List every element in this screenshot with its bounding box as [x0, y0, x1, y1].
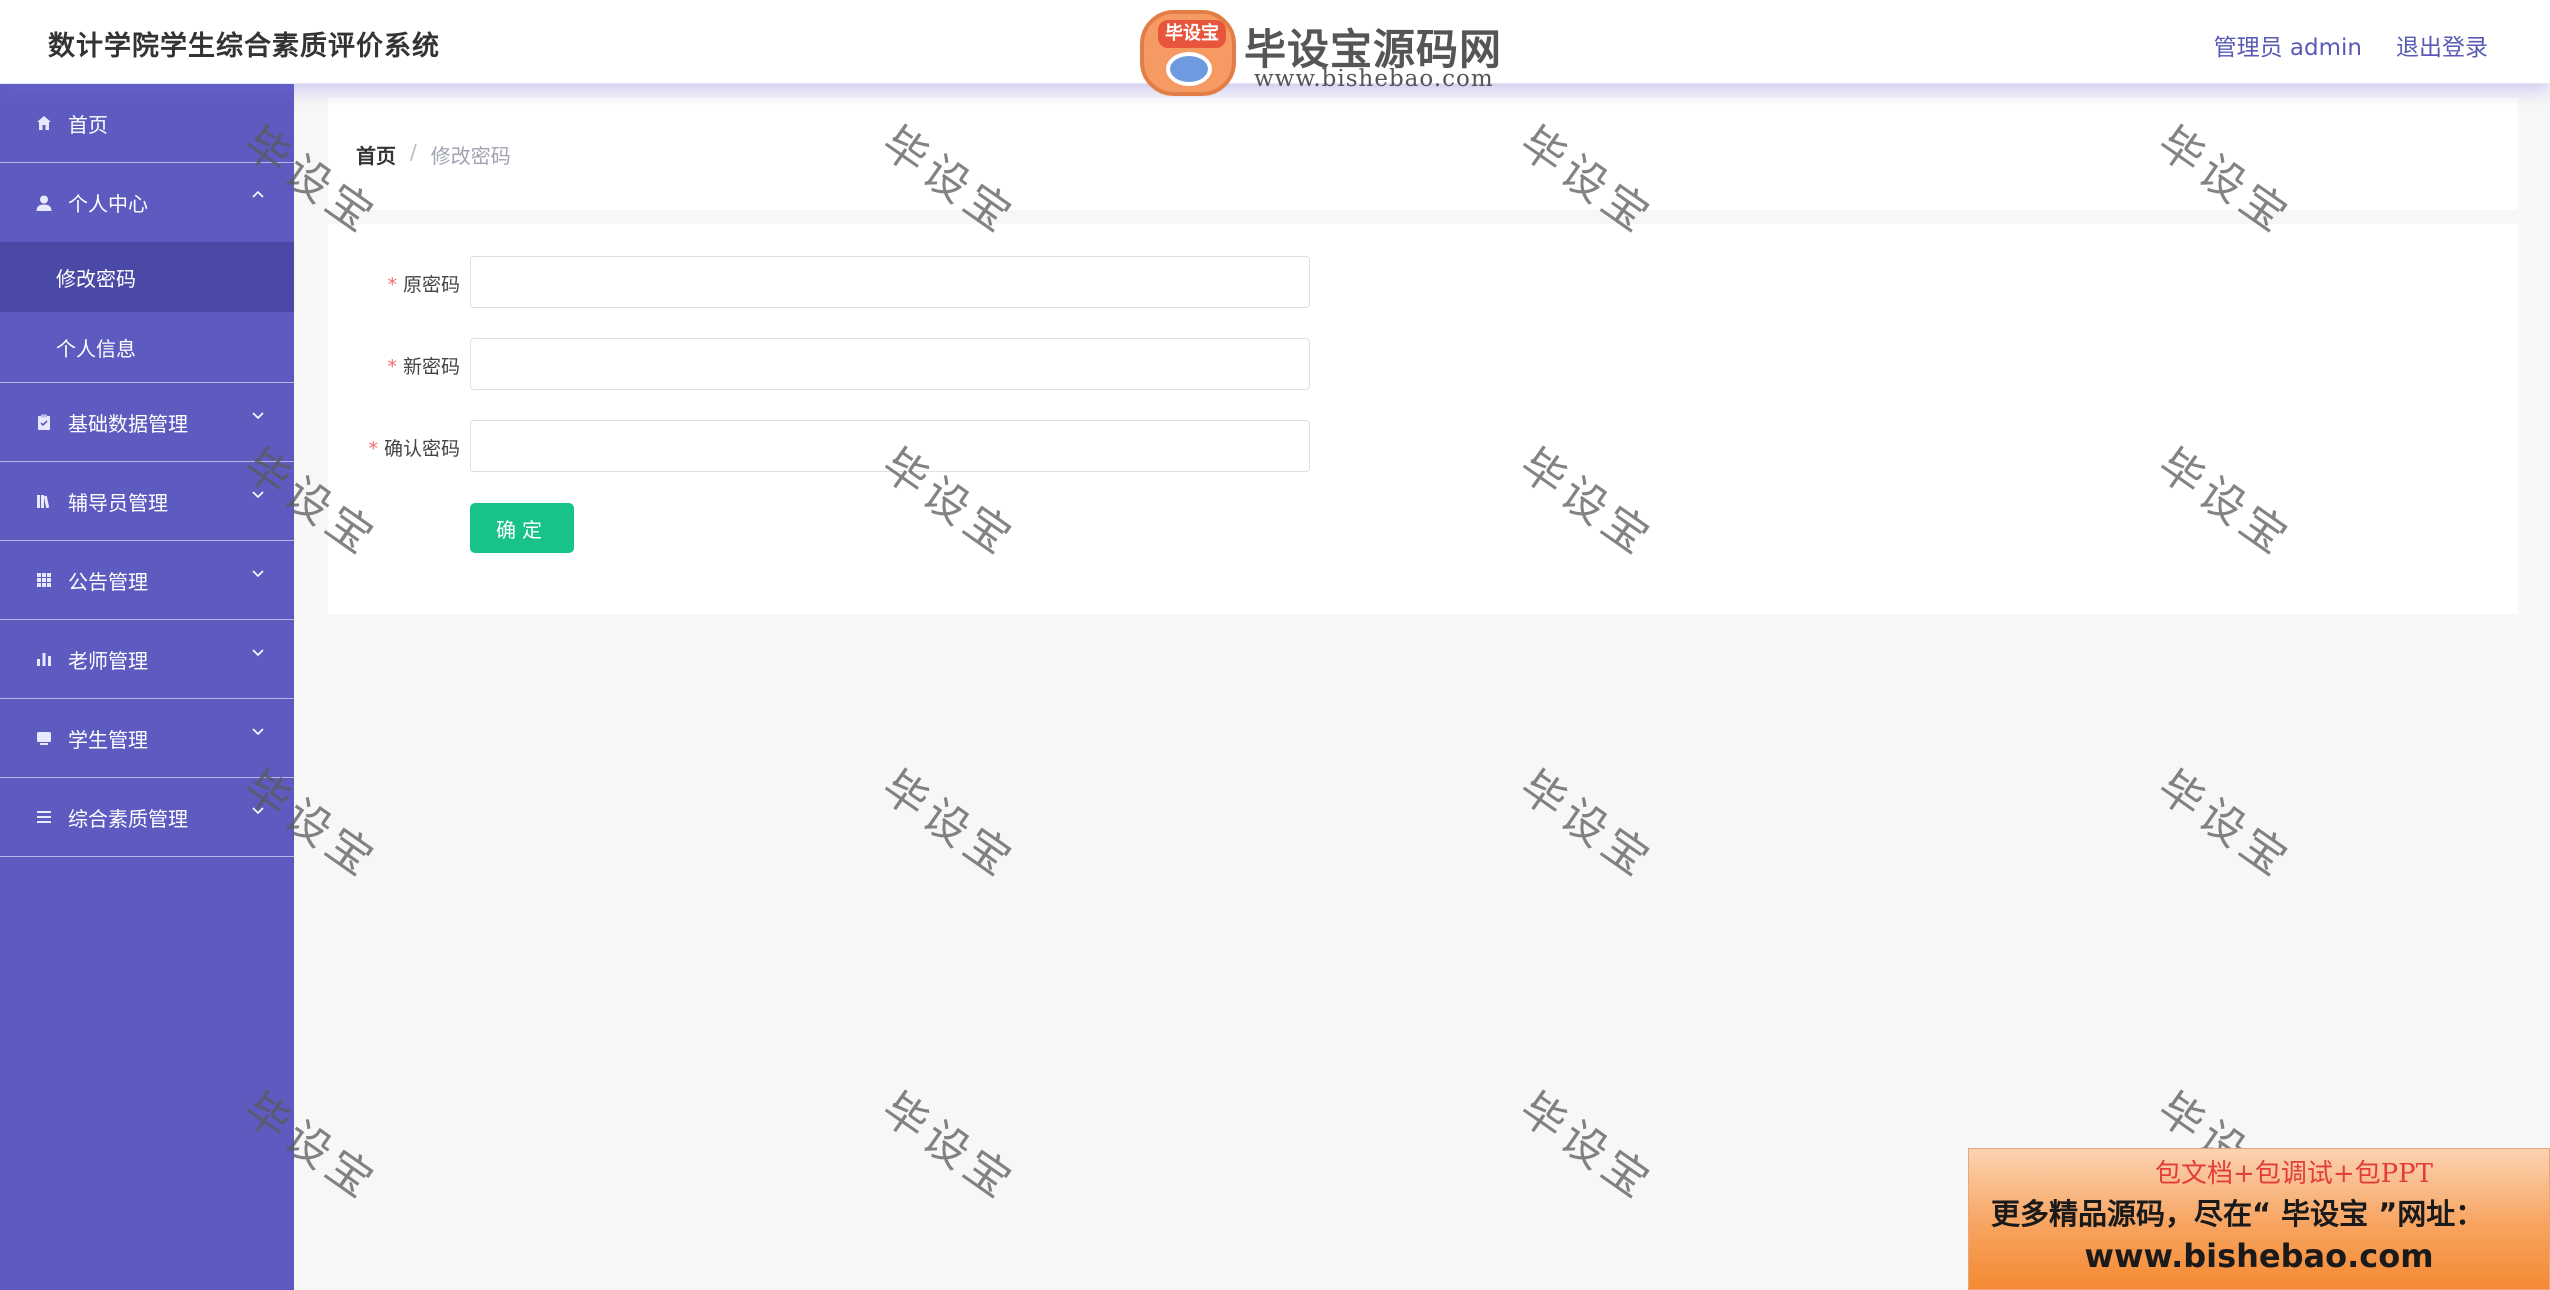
- sidebar-item-label: 基础数据管理: [68, 411, 188, 436]
- ad-line-url: www.bishebao.com: [2084, 1237, 2434, 1275]
- chevron-down-icon: [250, 802, 266, 823]
- sidebar-item-label: 综合素质管理: [68, 806, 188, 831]
- sidebar-item-label: 个人中心: [68, 192, 148, 216]
- sidebar: 首页 个人中心 修改密码 个人信息 基础数据管理 辅导员管理 公告管理 老师管理…: [0, 84, 294, 1290]
- header-actions: 管理员 admin 退出登录: [2214, 28, 2488, 62]
- sidebar-item-personal-info[interactable]: 个人信息: [0, 312, 294, 382]
- watermark: 毕设宝: [1510, 1083, 1663, 1211]
- clipboard-icon: [34, 412, 54, 432]
- sidebar-item-label: 首页: [68, 112, 108, 137]
- new-password-label: * 新密码: [387, 356, 460, 378]
- form-row-confirm-password: * 确认密码: [328, 420, 1328, 472]
- sidebar-item-student[interactable]: 学生管理: [0, 699, 294, 778]
- change-password-form: * 原密码 * 新密码 * 确认密码 确定: [328, 224, 2518, 614]
- form-row-old-password: * 原密码: [328, 256, 1328, 308]
- required-mark: *: [368, 438, 378, 460]
- new-password-input[interactable]: [470, 338, 1310, 390]
- sidebar-item-label: 公告管理: [68, 569, 148, 594]
- user-icon: [34, 193, 54, 213]
- grid-icon: [34, 570, 54, 590]
- submenu-personal-center: 修改密码 个人信息: [0, 242, 294, 383]
- list-icon: [34, 807, 54, 827]
- sidebar-item-teacher[interactable]: 老师管理: [0, 620, 294, 699]
- ad-line-services: 包文档+包调试+包PPT: [2155, 1159, 2433, 1189]
- chevron-down-icon: [250, 486, 266, 507]
- confirm-password-input[interactable]: [470, 420, 1310, 472]
- logo-badge-text: 毕设宝: [1158, 20, 1226, 48]
- sidebar-item-label: 学生管理: [68, 727, 148, 752]
- site-logo: 毕设宝 毕设宝源码网 www.bishebao.com: [1128, 4, 1520, 100]
- sidebar-item-counselor[interactable]: 辅导员管理: [0, 462, 294, 541]
- submit-button[interactable]: 确定: [470, 503, 574, 553]
- required-mark: *: [387, 356, 397, 378]
- sidebar-item-announcement[interactable]: 公告管理: [0, 541, 294, 620]
- logo-url: www.bishebao.com: [1254, 66, 1494, 92]
- monitor-icon: [34, 728, 54, 748]
- watermark: 毕设宝: [2148, 761, 2301, 889]
- current-user-label[interactable]: 管理员 admin: [2214, 28, 2362, 62]
- book-icon: [34, 491, 54, 511]
- bar-chart-icon: [34, 649, 54, 669]
- breadcrumb: 首页 / 修改密码: [356, 140, 511, 169]
- sidebar-item-change-password[interactable]: 修改密码: [0, 242, 294, 312]
- old-password-input[interactable]: [470, 256, 1310, 308]
- app-title: 数计学院学生综合素质评价系统: [48, 31, 440, 62]
- home-icon: [34, 113, 54, 133]
- watermark: 毕设宝: [872, 761, 1025, 889]
- chevron-down-icon: [250, 565, 266, 586]
- sidebar-item-label: 修改密码: [56, 266, 136, 291]
- chevron-down-icon: [250, 723, 266, 744]
- sidebar-item-basic-data[interactable]: 基础数据管理: [0, 383, 294, 462]
- breadcrumb-separator: /: [410, 140, 417, 164]
- sidebar-item-label: 辅导员管理: [68, 490, 168, 515]
- breadcrumb-current: 修改密码: [430, 144, 511, 168]
- sidebar-item-label: 个人信息: [56, 336, 136, 361]
- sidebar-item-quality[interactable]: 综合素质管理: [0, 778, 294, 857]
- watermark: 毕设宝: [872, 1083, 1025, 1211]
- ad-banner[interactable]: 包文档+包调试+包PPT 更多精品源码，尽在“ 毕设宝 ”网址： www.bis…: [1968, 1148, 2550, 1290]
- logo-badge-icon: 毕设宝: [1140, 10, 1236, 96]
- chevron-down-icon: [250, 407, 266, 428]
- form-row-new-password: * 新密码: [328, 338, 1328, 390]
- sidebar-item-home[interactable]: 首页: [0, 84, 294, 163]
- ad-line-promo: 更多精品源码，尽在“ 毕设宝 ”网址：: [1991, 1197, 2485, 1231]
- old-password-label: * 原密码: [387, 274, 460, 296]
- breadcrumb-card: 首页 / 修改密码: [328, 98, 2518, 210]
- watermark: 毕设宝: [1510, 761, 1663, 889]
- sidebar-item-personal-center[interactable]: 个人中心: [0, 163, 294, 242]
- breadcrumb-home[interactable]: 首页: [356, 140, 396, 169]
- confirm-password-label: * 确认密码: [368, 438, 460, 460]
- chevron-up-icon: [250, 187, 266, 208]
- chevron-down-icon: [250, 644, 266, 665]
- logo-face-icon: [1166, 52, 1212, 86]
- logout-link[interactable]: 退出登录: [2396, 28, 2488, 62]
- required-mark: *: [387, 274, 397, 296]
- sidebar-item-label: 老师管理: [68, 648, 148, 673]
